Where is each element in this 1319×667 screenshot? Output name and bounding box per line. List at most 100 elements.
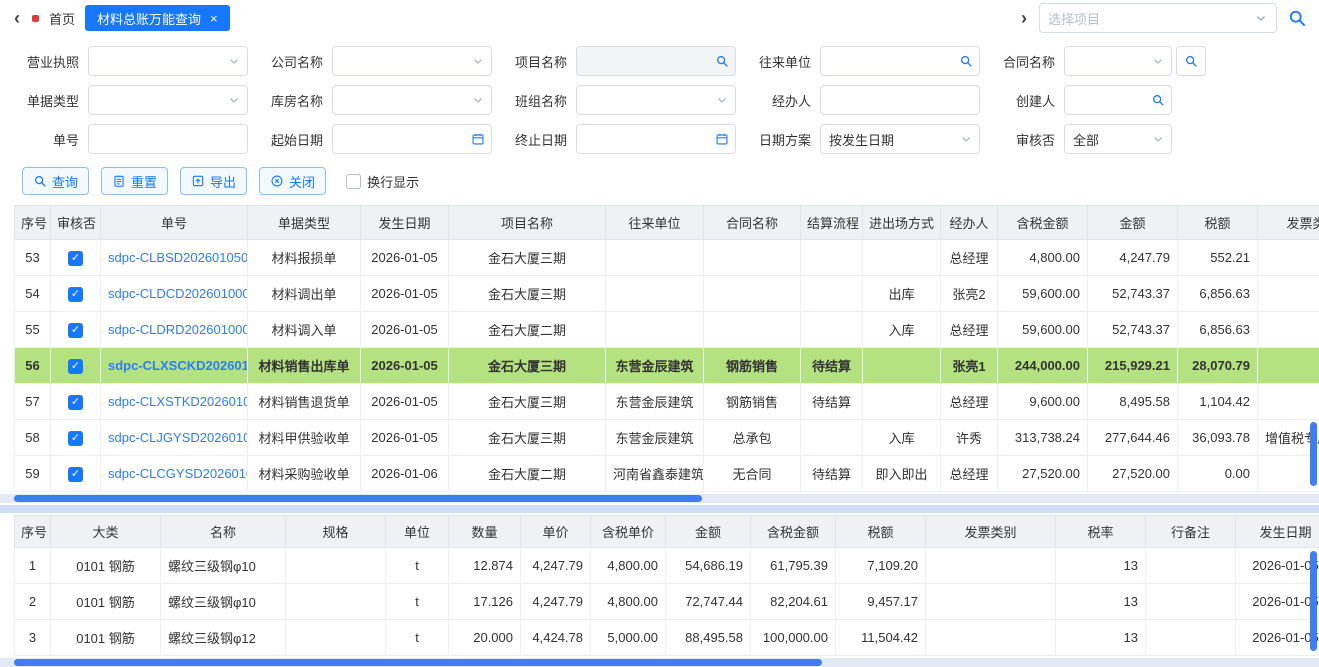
export-button[interactable]: 导出 [180,167,247,195]
ledger-column-header-project[interactable]: 项目名称 [449,206,606,240]
detail-column-header-row_remark[interactable]: 行备注 [1146,516,1236,548]
creator-search[interactable] [1064,85,1172,115]
ledger-horizontal-scrollbar[interactable] [0,494,1319,503]
ledger-row[interactable]: 58✓sdpc-CLJGYSD20260105材料甲供验收单2026-01-05… [15,420,1319,456]
business-license-select[interactable] [88,46,248,76]
detail-column-header-unit_price[interactable]: 单价 [521,516,591,548]
ledger-column-header-doc_type[interactable]: 单据类型 [248,206,361,240]
detail-cell-date: 2026-01-05 [1236,620,1319,656]
detail-row[interactable]: 10101 钢筋螺纹三级钢φ10t12.8744,247.794,800.005… [15,548,1319,584]
ledger-column-header-date[interactable]: 发生日期 [361,206,449,240]
ledger-column-header-counterpart[interactable]: 往来单位 [606,206,704,240]
detail-column-header-tax[interactable]: 税额 [836,516,926,548]
ledger-cell-agent: 总经理 [941,456,998,492]
detail-column-header-qty[interactable]: 数量 [449,516,521,548]
doc-no-link[interactable]: sdpc-CLDCD2026010000 [108,286,248,301]
doc-no-link[interactable]: sdpc-CLJGYSD20260105 [108,430,248,445]
warehouse-name-select[interactable] [332,85,492,115]
company-name-select[interactable] [332,46,492,76]
detail-row[interactable]: 20101 钢筋螺纹三级钢φ10t17.1264,247.794,800.007… [15,584,1319,620]
home-link[interactable]: 首页 [49,9,75,28]
ledger-column-header-inout_mode[interactable]: 进出场方式 [863,206,941,240]
ledger-row[interactable]: 56✓sdpc-CLXSCKD20260105材料销售出库单2026-01-05… [15,348,1319,384]
search-icon[interactable] [1287,8,1307,28]
start-date-date[interactable] [332,124,492,154]
detail-column-header-unit[interactable]: 单位 [386,516,449,548]
project-select[interactable]: 选择项目 [1039,3,1277,33]
ledger-column-header-contract[interactable]: 合同名称 [704,206,801,240]
table-splitter[interactable] [0,505,1319,513]
tab-material-ledger-query[interactable]: 材料总账万能查询 × [85,5,230,31]
doc-no-input[interactable] [88,124,248,154]
team-name-select[interactable] [576,85,736,115]
audit-checkbox[interactable]: ✓ [68,323,83,338]
detail-column-header-date[interactable]: 发生日期 [1236,516,1319,548]
audit-checkbox[interactable]: ✓ [68,359,83,374]
detail-hscroll-thumb[interactable] [14,659,822,666]
ledger-column-header-tax_incl_amount[interactable]: 含税金额 [998,206,1088,240]
ledger-cell-tax: 6,856.63 [1178,312,1258,348]
tab-close-icon[interactable]: × [210,11,218,26]
audit-checkbox[interactable]: ✓ [68,467,83,482]
query-button[interactable]: 查询 [22,167,89,195]
ledger-row[interactable]: 55✓sdpc-CLDRD2026010000材料调入单2026-01-05金石… [15,312,1319,348]
audit-status-select[interactable]: 全部 [1064,124,1172,154]
contract-name-select[interactable] [1064,46,1172,76]
detail-horizontal-scrollbar[interactable] [0,658,1319,667]
ledger-row[interactable]: 59✓sdpc-CLCGYSD20260106材料采购验收单2026-01-06… [15,456,1319,492]
detail-column-header-invoice_type[interactable]: 发票类别 [926,516,1056,548]
ledger-column-header-amount[interactable]: 金额 [1088,206,1178,240]
doc-no-link[interactable]: sdpc-CLDRD2026010000 [108,322,248,337]
detail-column-header-category[interactable]: 大类 [51,516,161,548]
agent-input[interactable] [820,85,980,115]
ledger-row[interactable]: 54✓sdpc-CLDCD2026010000材料调出单2026-01-05金石… [15,276,1319,312]
checkbox-icon[interactable] [346,174,361,189]
detail-column-header-spec[interactable]: 规格 [286,516,386,548]
ledger-column-header-invoice_type[interactable]: 发票类别 [1258,206,1319,240]
ledger-column-header-tax[interactable]: 税额 [1178,206,1258,240]
end-date-date[interactable] [576,124,736,154]
audit-checkbox[interactable]: ✓ [68,287,83,302]
detail-vertical-scrollbar[interactable] [1310,551,1317,651]
detail-column-header-tax_incl_price[interactable]: 含税单价 [591,516,666,548]
ledger-column-header-seq[interactable]: 序号 [15,206,51,240]
detail-column-header-name[interactable]: 名称 [161,516,286,548]
detail-column-header-seq[interactable]: 序号 [15,516,51,548]
doc-no-link[interactable]: sdpc-CLCGYSD20260106 [108,466,248,481]
ledger-cell-inout_mode: 出库 [863,276,941,312]
project-name-search[interactable] [576,46,736,76]
ledger-column-header-audit[interactable]: 审核否 [51,206,101,240]
ledger: 序号审核否单号单据类型发生日期项目名称往来单位合同名称结算流程进出场方式经办人含… [14,205,1319,492]
ledger-vertical-scrollbar[interactable] [1310,422,1317,486]
doc-type-select[interactable] [88,85,248,115]
contract-name-search-button[interactable] [1176,46,1206,76]
wrap-display-checkbox[interactable]: 换行显示 [346,172,419,191]
ledger-hscroll-thumb[interactable] [14,495,702,502]
date-scheme-select[interactable]: 按发生日期 [820,124,980,154]
ledger-row[interactable]: 57✓sdpc-CLXSTKD20260105材料销售退货单2026-01-05… [15,384,1319,420]
ledger-column-header-settle_flow[interactable]: 结算流程 [801,206,863,240]
detail-cell-tax_incl_amount: 61,795.39 [751,548,836,584]
ledger-cell-seq: 54 [15,276,51,312]
detail-column-header-tax_rate[interactable]: 税率 [1056,516,1146,548]
calendar-icon [471,132,485,146]
doc-no-link[interactable]: sdpc-CLBSD2026010500 [108,250,248,265]
counterpart-unit-search[interactable] [820,46,980,76]
nav-back-icon[interactable]: ‹ [12,8,22,29]
ledger-row[interactable]: 53✓sdpc-CLBSD2026010500材料报损单2026-01-05金石… [15,240,1319,276]
audit-checkbox[interactable]: ✓ [68,395,83,410]
audit-checkbox[interactable]: ✓ [68,431,83,446]
doc-no-link[interactable]: sdpc-CLXSTKD20260105 [108,394,248,409]
ledger-column-header-doc_no[interactable]: 单号 [101,206,248,240]
audit-checkbox[interactable]: ✓ [68,251,83,266]
detail-row[interactable]: 30101 钢筋螺纹三级钢φ12t20.0004,424.785,000.008… [15,620,1319,656]
nav-forward-icon[interactable]: › [1019,8,1029,29]
ledger-cell-seq: 59 [15,456,51,492]
doc-no-link[interactable]: sdpc-CLXSCKD20260105 [108,358,248,373]
ledger-cell-seq: 56 [15,348,51,384]
detail-column-header-tax_incl_amount[interactable]: 含税金额 [751,516,836,548]
detail-column-header-amount[interactable]: 金额 [666,516,751,548]
close-button[interactable]: 关闭 [259,167,326,195]
reset-button[interactable]: 重置 [101,167,168,195]
ledger-column-header-agent[interactable]: 经办人 [941,206,998,240]
